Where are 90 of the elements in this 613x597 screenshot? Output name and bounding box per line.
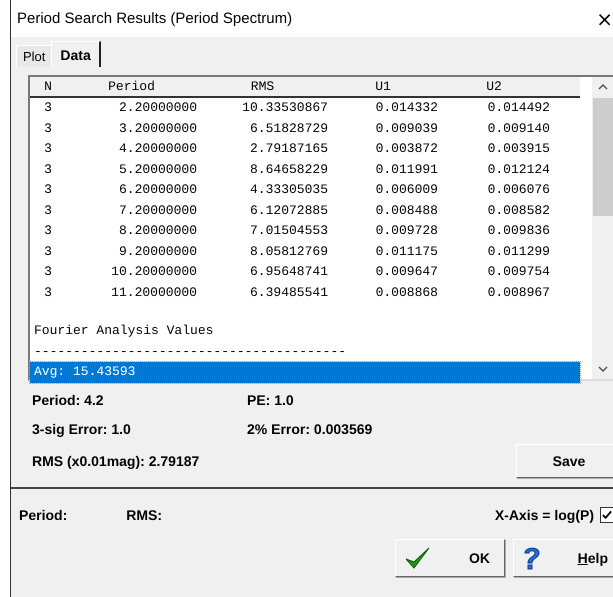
result-label: 2% Error: 0.003569 (247, 420, 372, 436)
table-cell-text: 0.008868 (374, 284, 438, 302)
list-row[interactable]: 3 3.20000000 6.51828729 0.009039 0.009140 (30, 118, 580, 139)
rms-label: RMS: (126, 507, 164, 523)
list-item[interactable]: ---------------------------------------- (30, 342, 580, 362)
result-label: 3-sig Error: 1.0 (32, 420, 132, 436)
close-button[interactable]: × (596, 6, 613, 30)
window-title: Period Search Results (Period Spectrum) (17, 10, 294, 27)
table-cell-text: 3 (43, 202, 53, 220)
table-cell-text: 8.64658229 (248, 160, 328, 178)
ok-button[interactable]: OK (395, 539, 505, 577)
table-cell-text: 0.011991 (374, 160, 438, 178)
column-header: RMS (250, 79, 276, 94)
list-row[interactable]: 3 4.20000000 2.79187165 0.003872 0.003915 (30, 139, 580, 160)
table-cell-text: 0.009039 (374, 120, 438, 138)
save-button[interactable]: Save (516, 444, 613, 478)
table-cell-text: 0.011299 (486, 242, 550, 260)
table-cell-text: 3 (43, 284, 53, 302)
table-cell-text: 0.011175 (374, 242, 438, 260)
table-cell-text: 8.05812769 (248, 242, 328, 260)
table-cell-text: 0.009647 (374, 263, 438, 281)
table-cell-text: 0.003872 (374, 140, 438, 158)
checkbox[interactable] (600, 507, 613, 523)
scrollbar[interactable] (592, 77, 613, 379)
table-cell-text: 6.51828729 (248, 120, 328, 138)
table-cell-text: 3 (43, 242, 53, 260)
table-cell-text: 3 (43, 140, 53, 158)
table-cell-text: 6.20000000 (118, 181, 197, 199)
checkmark-icon (404, 546, 430, 570)
table-cell-text: 8.20000000 (118, 222, 197, 240)
scroll-down-icon[interactable] (598, 366, 608, 372)
table-cell-text: 0.006009 (374, 181, 438, 199)
table-cell-text: 0.009728 (374, 222, 438, 240)
table-cell-text: 7.01504553 (248, 222, 328, 240)
question-mark-icon (522, 545, 542, 571)
table-cell-text: 2.79187165 (248, 140, 328, 158)
list-row[interactable]: 3 8.20000000 7.01504553 0.009728 0.009836 (30, 221, 580, 242)
list-row[interactable]: 3 7.20000000 6.12072885 0.008488 0.008582 (30, 200, 580, 221)
table-cell-text: 3 (43, 99, 53, 117)
table-cell-text: 4.20000000 (118, 140, 197, 158)
table-cell-text: 10.20000000 (110, 263, 197, 281)
table-cell-text: 0.008488 (374, 202, 438, 220)
table-cell-text: 7.20000000 (118, 202, 197, 220)
column-header: Period (107, 79, 156, 94)
table-cell-text: 0.008582 (486, 202, 550, 220)
table-cell-text: 0.006076 (486, 181, 550, 199)
period-label: Period: (19, 507, 68, 523)
result-label: Period: 4.2 (32, 392, 105, 408)
tab[interactable]: Data (51, 41, 101, 67)
result-label: PE: 1.0 (247, 392, 294, 408)
column-header: U2 (485, 79, 503, 94)
table-cell-text: 9.20000000 (118, 242, 197, 260)
selected-list-item[interactable]: Avg: 15.43593 (30, 362, 580, 382)
table-cell-text: 2.20000000 (118, 99, 197, 117)
list-row[interactable]: 3 9.20000000 8.05812769 0.011175 0.011299 (30, 242, 580, 262)
table-cell-text: 3 (43, 120, 53, 138)
table-cell-text: 4.33305035 (248, 181, 328, 199)
table-cell-text: 3 (43, 160, 53, 178)
table-cell-text: 3 (43, 263, 53, 281)
list-item[interactable]: Fourier Analysis Values (30, 321, 580, 342)
help-button[interactable]: Help (513, 539, 613, 577)
list-row[interactable]: 3 2.20000000 10.33530867 0.014332 0.014492 (30, 98, 580, 118)
table-cell-text: 6.39485541 (248, 284, 328, 302)
table-cell-text: 6.95648741 (248, 263, 328, 281)
result-label: RMS (x0.01mag): 2.79187 (32, 453, 200, 469)
column-header: N (43, 79, 53, 94)
table-cell-text: 3 (43, 181, 53, 199)
scroll-thumb[interactable] (593, 98, 613, 216)
table-cell-text: 0.009754 (486, 263, 550, 281)
x-axis-label: X-Axis = log(P) (494, 507, 594, 523)
table-cell-text: 0.014492 (486, 99, 550, 117)
table-cell-text: 0.008967 (486, 284, 550, 302)
table-cell-text: 3.20000000 (118, 120, 197, 138)
scroll-up-icon[interactable] (598, 84, 608, 90)
tab[interactable]: Plot (16, 45, 52, 67)
list-row[interactable]: 3 10.20000000 6.95648741 0.009647 0.009754 (30, 262, 580, 282)
column-header: U1 (374, 79, 392, 94)
table-cell-text: 5.20000000 (118, 160, 197, 178)
list-row[interactable]: 3 5.20000000 8.64658229 0.011991 0.012124 (30, 160, 580, 180)
table-cell-text: 0.009140 (486, 120, 550, 138)
table-cell-text: 0.009836 (486, 222, 550, 240)
table-cell-text: 0.014332 (374, 99, 438, 117)
table-cell-text: 10.33530867 (241, 99, 328, 117)
list-row[interactable]: 3 11.20000000 6.39485541 0.008868 0.008967 (30, 282, 580, 303)
table-cell-text: 0.003915 (486, 140, 550, 158)
table-cell-text: 0.012124 (486, 160, 550, 178)
list-row[interactable]: 3 6.20000000 4.33305035 0.006009 0.006076 (30, 180, 580, 200)
table-cell-text: 11.20000000 (110, 284, 197, 302)
table-cell-text: 6.12072885 (248, 202, 328, 220)
table-cell-text: 3 (43, 222, 53, 240)
